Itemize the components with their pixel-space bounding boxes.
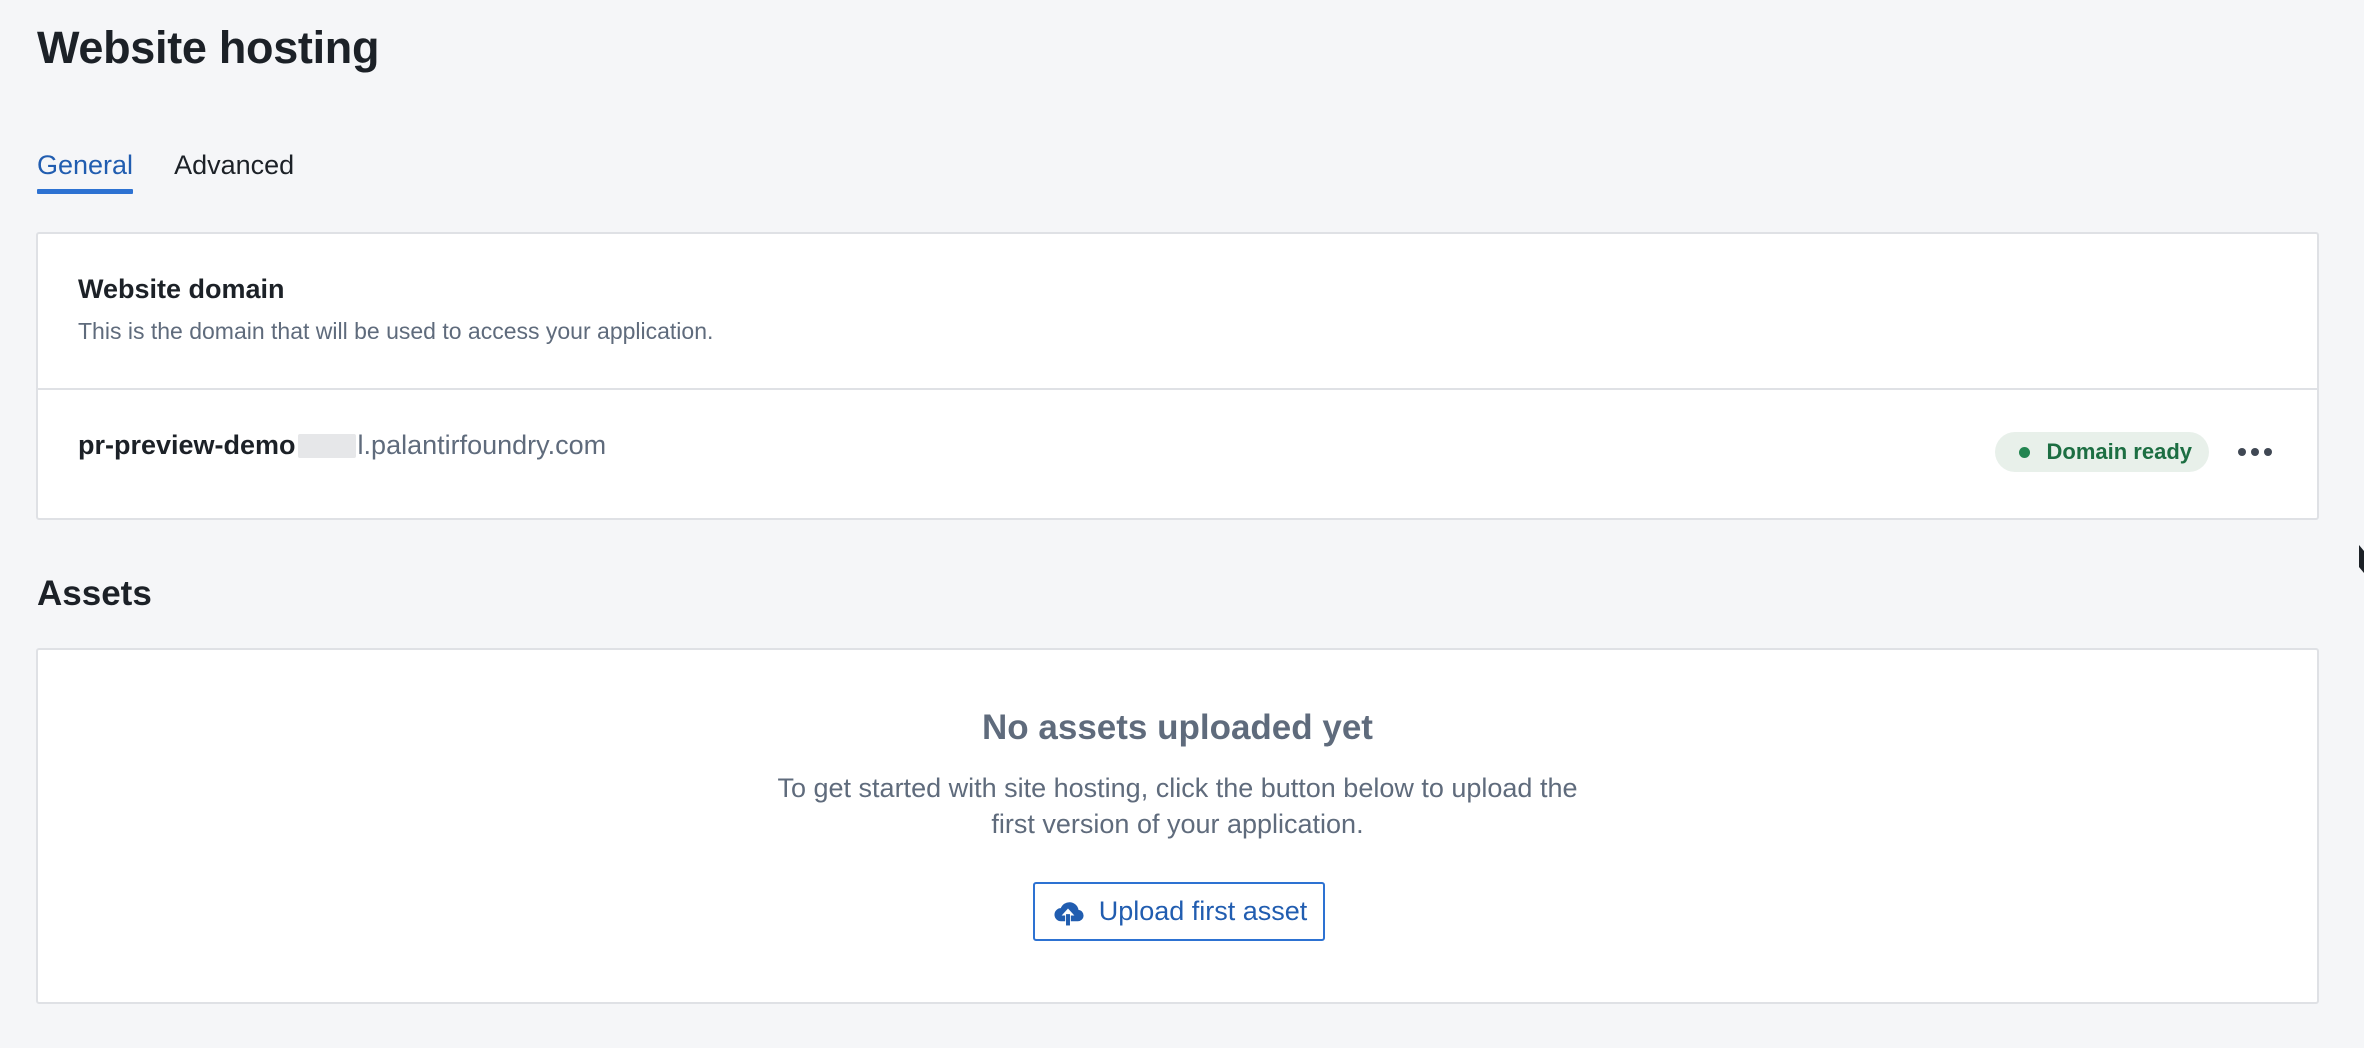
upload-first-asset-button[interactable]: Upload first asset [1033,882,1325,941]
domain-suffix: l.palantirfoundry.com [357,430,607,460]
website-domain-header: Website domain This is the domain that w… [38,234,2317,390]
more-horizontal-icon [2238,448,2246,456]
domain-url: pr-preview-demo l.palantirfoundry.com [78,430,606,461]
upload-button-label: Upload first asset [1098,896,1308,926]
more-options-button[interactable] [2235,436,2275,468]
status-dot-icon [2018,447,2030,458]
page-title: Website hosting [37,22,380,73]
redacted-text [297,433,356,458]
status-label: Domain ready [2046,439,2193,464]
website-domain-heading: Website domain [78,274,285,304]
empty-state-title: No assets uploaded yet [982,708,1373,747]
tab-advanced[interactable]: Advanced [174,146,294,194]
assets-section-title: Assets [37,574,152,613]
cursor-icon [2359,545,2364,573]
tab-general[interactable]: General [37,146,134,194]
more-horizontal-icon-dot [2251,448,2259,456]
tab-list: General Advanced [37,146,294,194]
website-hosting-page: Website hosting General Advanced Website… [0,0,2364,1048]
status-badge: Domain ready [1994,432,2209,472]
domain-row: pr-preview-demo l.palantirfoundry.com Do… [38,390,2317,518]
website-domain-description: This is the domain that will be used to … [78,318,714,344]
assets-card: No assets uploaded yet To get started wi… [36,648,2319,1004]
cloud-upload-icon [1051,895,1085,929]
domain-subdomain: pr-preview-demo [78,430,296,460]
empty-state-description: To get started with site hosting, click … [777,773,1578,839]
website-domain-card: Website domain This is the domain that w… [36,232,2319,520]
more-horizontal-icon-dot [2264,448,2272,456]
